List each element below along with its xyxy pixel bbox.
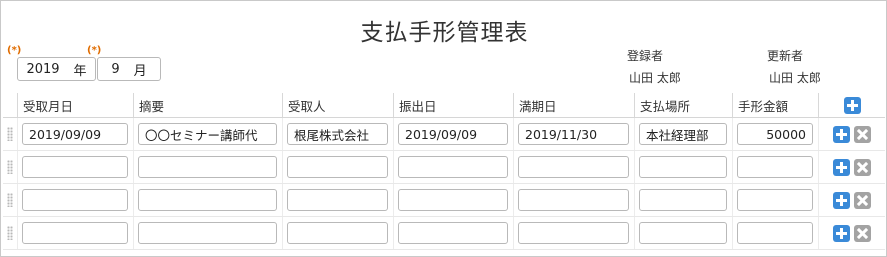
updater-value: 山田 太郎 bbox=[769, 71, 821, 85]
table-row bbox=[3, 184, 885, 217]
drag-handle-icon bbox=[7, 193, 13, 207]
column-header: 振出日 bbox=[393, 93, 513, 117]
issue-date-input[interactable] bbox=[398, 222, 508, 244]
plus-icon[interactable] bbox=[844, 96, 861, 114]
plus-icon[interactable] bbox=[833, 125, 850, 143]
month-value: 9 bbox=[111, 61, 120, 77]
month-field[interactable]: 9 月 bbox=[97, 57, 161, 81]
receipt-date-input[interactable]: 2019/09/09 bbox=[22, 123, 128, 145]
year-value: 2019 bbox=[26, 61, 60, 77]
column-header: 受取人 bbox=[282, 93, 393, 117]
table-header: 受取月日 摘要 受取人 振出日 満期日 支払場所 手形金額 bbox=[3, 93, 885, 118]
payee-input[interactable] bbox=[287, 156, 388, 178]
description-input[interactable] bbox=[138, 189, 277, 211]
description-input[interactable] bbox=[138, 222, 277, 244]
close-icon[interactable] bbox=[854, 125, 871, 143]
registrant-value: 山田 太郎 bbox=[629, 71, 681, 85]
payment-place-input[interactable] bbox=[639, 156, 727, 178]
bill-amount-input[interactable] bbox=[737, 189, 813, 211]
updater-label: 更新者 bbox=[767, 49, 804, 63]
bill-amount-input[interactable] bbox=[737, 222, 813, 244]
plus-icon[interactable] bbox=[833, 191, 850, 209]
column-header: 手形金額 bbox=[732, 93, 818, 117]
close-icon[interactable] bbox=[854, 191, 871, 209]
year-field[interactable]: 2019 年 bbox=[17, 57, 96, 81]
receipt-date-input[interactable] bbox=[22, 222, 128, 244]
maturity-date-input[interactable] bbox=[518, 189, 629, 211]
close-icon[interactable] bbox=[854, 158, 871, 176]
description-input[interactable]: 〇〇セミナー講師代 bbox=[138, 123, 277, 145]
registrant-label: 登録者 bbox=[627, 49, 664, 63]
close-icon[interactable] bbox=[854, 224, 871, 242]
payee-input[interactable]: 根尾株式会社 bbox=[287, 123, 388, 145]
column-header: 満期日 bbox=[513, 93, 634, 117]
column-header: 支払場所 bbox=[634, 93, 732, 117]
payment-place-input[interactable]: 本社経理部 bbox=[639, 123, 727, 145]
issue-date-input[interactable] bbox=[398, 156, 508, 178]
row-drag-handle[interactable] bbox=[3, 151, 17, 183]
header-handle-spacer bbox=[3, 93, 17, 117]
bill-amount-input[interactable]: 50000 bbox=[737, 123, 813, 145]
table-row bbox=[3, 151, 885, 184]
row-drag-handle[interactable] bbox=[3, 184, 17, 216]
form-window: 支払手形管理表 (*) (*) 2019 年 9 月 登録者 山田 太郎 更新者… bbox=[0, 0, 887, 257]
table-row bbox=[3, 217, 885, 250]
required-marker-month: (*) bbox=[87, 45, 102, 56]
issue-date-input[interactable]: 2019/09/09 bbox=[398, 123, 508, 145]
column-header: 摘要 bbox=[133, 93, 282, 117]
payment-place-input[interactable] bbox=[639, 222, 727, 244]
receipt-date-input[interactable] bbox=[22, 156, 128, 178]
bills-table: 受取月日 摘要 受取人 振出日 満期日 支払場所 手形金額 2019/09/09… bbox=[3, 93, 885, 250]
maturity-date-input[interactable]: 2019/11/30 bbox=[518, 123, 629, 145]
year-unit: 年 bbox=[73, 63, 87, 79]
drag-handle-icon bbox=[7, 226, 13, 240]
description-input[interactable] bbox=[138, 156, 277, 178]
payee-input[interactable] bbox=[287, 222, 388, 244]
drag-handle-icon bbox=[7, 160, 13, 174]
maturity-date-input[interactable] bbox=[518, 222, 629, 244]
plus-icon[interactable] bbox=[833, 224, 850, 242]
receipt-date-input[interactable] bbox=[22, 189, 128, 211]
required-marker-year: (*) bbox=[7, 45, 22, 56]
column-header: 受取月日 bbox=[17, 93, 133, 117]
month-unit: 月 bbox=[133, 63, 147, 79]
header-actions bbox=[818, 93, 885, 117]
drag-handle-icon bbox=[7, 127, 13, 141]
page-title: 支払手形管理表 bbox=[360, 20, 529, 46]
row-drag-handle[interactable] bbox=[3, 217, 17, 249]
bill-amount-input[interactable] bbox=[737, 156, 813, 178]
row-drag-handle[interactable] bbox=[3, 118, 17, 150]
payee-input[interactable] bbox=[287, 189, 388, 211]
maturity-date-input[interactable] bbox=[518, 156, 629, 178]
plus-icon[interactable] bbox=[833, 158, 850, 176]
table-row: 2019/09/09 〇〇セミナー講師代 根尾株式会社 2019/09/09 2… bbox=[3, 118, 885, 151]
issue-date-input[interactable] bbox=[398, 189, 508, 211]
payment-place-input[interactable] bbox=[639, 189, 727, 211]
